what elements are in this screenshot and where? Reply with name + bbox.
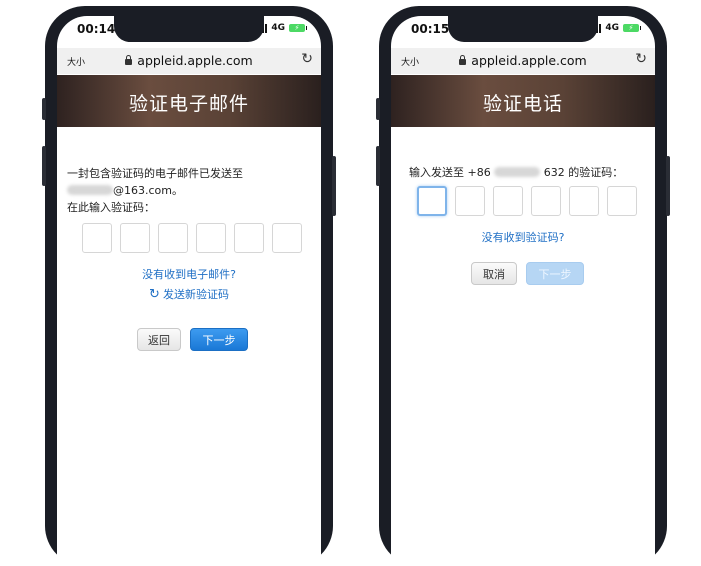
notch <box>114 16 264 42</box>
no-email-link[interactable]: 没有收到电子邮件? <box>57 266 321 282</box>
network-label: 4G <box>271 23 285 33</box>
code-digit-3[interactable] <box>493 186 523 216</box>
lock-icon <box>459 55 467 65</box>
volume-button <box>376 146 380 186</box>
code-digit-1[interactable] <box>417 186 447 216</box>
left-phone: 00:14 4G ⚡ 大小 appleid.apple.com ↻ 验证电子邮件… <box>42 6 336 566</box>
right-phone: 00:15 4G ⚡ 大小 appleid.apple.com ↻ 验证电话 输… <box>376 6 670 566</box>
page-banner: 验证电子邮件 <box>57 75 321 127</box>
prompt-prefix: 输入发送至 +86 <box>409 166 491 179</box>
power-button <box>666 156 670 216</box>
side-button <box>376 98 380 120</box>
code-digit-2[interactable] <box>120 223 150 253</box>
code-prompt: 在此输入验证码： <box>67 201 155 214</box>
address-bar[interactable]: 大小 appleid.apple.com ↻ <box>57 48 321 74</box>
screen: 00:15 4G ⚡ 大小 appleid.apple.com ↻ 验证电话 输… <box>391 16 655 566</box>
page-title: 验证电子邮件 <box>128 93 249 115</box>
lock-icon <box>125 55 133 65</box>
battery-icon: ⚡ <box>289 24 307 32</box>
reload-icon[interactable]: ↻ <box>301 51 313 67</box>
url-text[interactable]: appleid.apple.com <box>137 53 252 68</box>
page-content: 一封包含验证码的电子邮件已发送至 @163.com。 在此输入验证码： 没有收到… <box>57 127 321 566</box>
reload-icon[interactable]: ↻ <box>635 51 647 67</box>
url-text[interactable]: appleid.apple.com <box>471 53 586 68</box>
notch <box>448 16 598 42</box>
code-digit-2[interactable] <box>455 186 485 216</box>
code-digit-4[interactable] <box>196 223 226 253</box>
code-digit-3[interactable] <box>158 223 188 253</box>
network-label: 4G <box>605 23 619 33</box>
next-button: 下一步 <box>526 262 584 285</box>
next-button[interactable]: 下一步 <box>190 328 248 351</box>
resend-code-link[interactable]: ↻ 发送新验证码 <box>57 286 321 302</box>
address-bar[interactable]: 大小 appleid.apple.com ↻ <box>391 48 655 74</box>
no-code-link[interactable]: 没有收到验证码? <box>391 229 655 245</box>
code-digit-5[interactable] <box>234 223 264 253</box>
status-time: 00:14 <box>77 22 116 36</box>
code-digit-6[interactable] <box>272 223 302 253</box>
volume-button <box>42 146 46 186</box>
code-digit-6[interactable] <box>607 186 637 216</box>
code-digit-4[interactable] <box>531 186 561 216</box>
screen: 00:14 4G ⚡ 大小 appleid.apple.com ↻ 验证电子邮件… <box>57 16 321 566</box>
refresh-icon: ↻ <box>149 287 160 302</box>
back-button[interactable]: 返回 <box>137 328 181 351</box>
code-digit-1[interactable] <box>82 223 112 253</box>
side-button <box>42 98 46 120</box>
cancel-button[interactable]: 取消 <box>471 262 517 285</box>
prompt-suffix: 632 的验证码： <box>543 166 624 179</box>
code-digit-5[interactable] <box>569 186 599 216</box>
power-button <box>332 156 336 216</box>
status-time: 00:15 <box>411 22 450 36</box>
page-banner: 验证电话 <box>391 75 655 127</box>
code-prompt: 输入发送至 +86 632 的验证码： <box>409 164 623 180</box>
page-title: 验证电话 <box>482 93 563 115</box>
message-text: 一封包含验证码的电子邮件已发送至 <box>67 167 243 180</box>
resend-label: 发送新验证码 <box>162 288 229 301</box>
email-line: @163.com。 <box>67 182 183 198</box>
battery-icon: ⚡ <box>623 24 641 32</box>
email-domain: @163.com。 <box>113 184 183 197</box>
redacted-phone-number <box>494 167 541 177</box>
redacted-email <box>67 185 113 195</box>
page-content: 输入发送至 +86 632 的验证码： 没有收到验证码? 取消 下一步 <box>391 127 655 566</box>
